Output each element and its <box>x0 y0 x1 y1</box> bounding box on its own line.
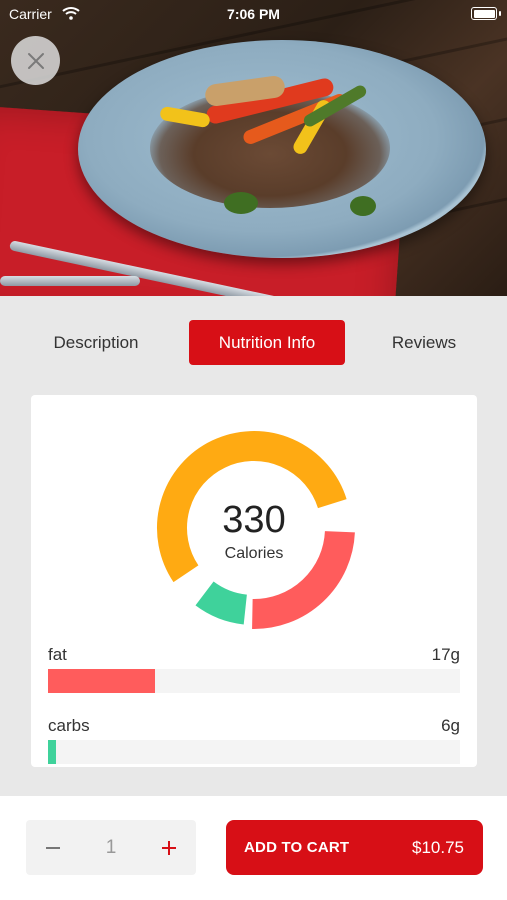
nutrient-fat: fat 17g <box>48 645 460 695</box>
nutrient-name: fat <box>48 645 67 664</box>
nutrition-card: 330 Calories fat 17g carbs 6g <box>31 395 477 767</box>
nutrient-amount: 17g <box>431 645 460 664</box>
calorie-label: Calories <box>224 545 284 562</box>
nutrient-bar-fill <box>48 740 57 764</box>
minus-icon <box>46 846 60 849</box>
tab-reviews[interactable]: Reviews <box>380 320 468 365</box>
nutrient-bar-track <box>48 669 460 693</box>
donut-segment-green <box>195 581 248 625</box>
battery-icon <box>471 7 497 20</box>
nutrient-carbs: carbs 6g <box>48 716 460 766</box>
price-label: $10.75 <box>412 838 464 857</box>
close-icon <box>27 52 44 69</box>
nutrient-bar-fill <box>48 669 156 693</box>
quantity-stepper: 1 <box>26 820 196 875</box>
calorie-count: 330 <box>222 499 286 541</box>
tab-label: Reviews <box>391 332 457 352</box>
add-to-cart-label: ADD TO CART <box>244 839 350 856</box>
status-bar: Carrier 7:06 PM <box>0 0 507 28</box>
nutrient-amount: 6g <box>441 716 460 735</box>
nutrient-name: carbs <box>48 716 90 735</box>
close-button[interactable] <box>11 36 60 85</box>
decrease-quantity-button[interactable] <box>38 820 68 875</box>
tab-bar: Description Nutrition Info Reviews <box>0 296 507 392</box>
nutrient-bar-track <box>48 740 460 764</box>
status-time: 7:06 PM <box>227 6 280 22</box>
tab-label: Nutrition Info <box>218 332 316 352</box>
tab-description[interactable]: Description <box>40 320 152 365</box>
food-image <box>0 0 507 296</box>
tab-nutrition-info[interactable]: Nutrition Info <box>189 320 345 365</box>
plus-icon <box>162 840 176 855</box>
add-to-cart-button[interactable]: ADD TO CART $10.75 <box>226 820 483 875</box>
tab-label: Description <box>53 332 139 352</box>
quantity-value: 1 <box>105 837 117 858</box>
increase-quantity-button[interactable] <box>154 820 184 875</box>
bottom-action-bar: 1 ADD TO CART $10.75 <box>0 796 507 900</box>
